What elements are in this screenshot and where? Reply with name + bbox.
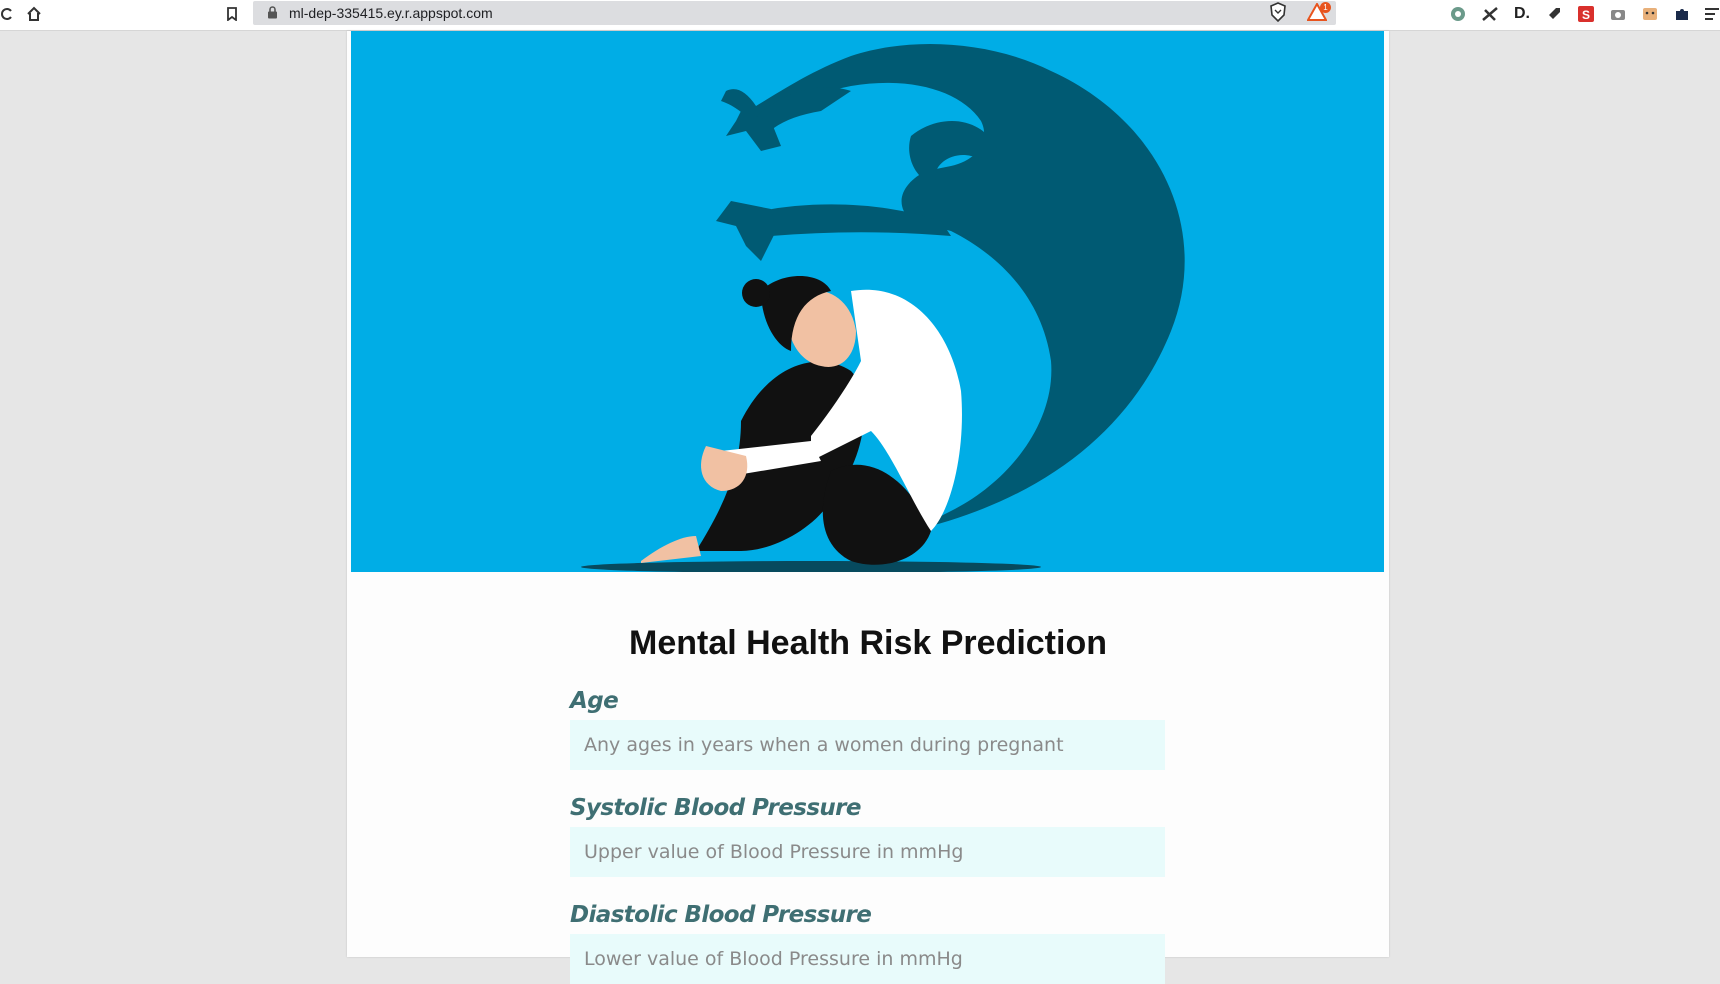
diastolic-bp-input[interactable]	[570, 934, 1165, 984]
shadow-claws-bottom	[716, 201, 776, 261]
age-label: Age	[570, 688, 619, 714]
woman-hair-bun	[742, 279, 770, 307]
home-icon[interactable]	[24, 2, 44, 26]
systolic-bp-label: Systolic Blood Pressure	[570, 795, 862, 821]
camera-icon[interactable]	[1607, 3, 1629, 25]
bookmark-icon[interactable]	[224, 2, 240, 26]
lock-icon	[267, 6, 278, 24]
diastolic-bp-label: Diastolic Blood Pressure	[570, 902, 872, 928]
reading-list-icon[interactable]	[1701, 3, 1720, 25]
reload-icon[interactable]	[0, 2, 14, 26]
svg-text:S: S	[1582, 8, 1590, 22]
systolic-bp-input[interactable]	[570, 827, 1165, 877]
address-bar[interactable]: ml-dep-335415.ey.r.appspot.com	[253, 1, 1336, 25]
extension-circle-icon[interactable]	[1447, 3, 1469, 25]
extension-d-icon[interactable]: D.	[1511, 3, 1533, 25]
brave-shields-icon[interactable]	[1269, 2, 1287, 27]
extension-rocket-icon[interactable]	[1543, 3, 1565, 25]
extensions-puzzle-icon[interactable]	[1671, 3, 1693, 25]
extension-s-icon[interactable]: S	[1575, 3, 1597, 25]
extension-face-icon[interactable]	[1639, 3, 1661, 25]
age-input[interactable]	[570, 720, 1165, 770]
rewards-badge: 1	[1320, 2, 1331, 13]
woman-foot	[641, 536, 701, 563]
hero-illustration	[351, 31, 1384, 572]
anxiety-illustration	[581, 44, 1185, 572]
extension-tools-icon[interactable]	[1479, 3, 1501, 25]
url-text: ml-dep-335415.ey.r.appspot.com	[289, 5, 493, 21]
browser-toolbar: ml-dep-335415.ey.r.appspot.com 1 D. S	[0, 0, 1720, 31]
page-title: Mental Health Risk Prediction	[629, 624, 1107, 662]
